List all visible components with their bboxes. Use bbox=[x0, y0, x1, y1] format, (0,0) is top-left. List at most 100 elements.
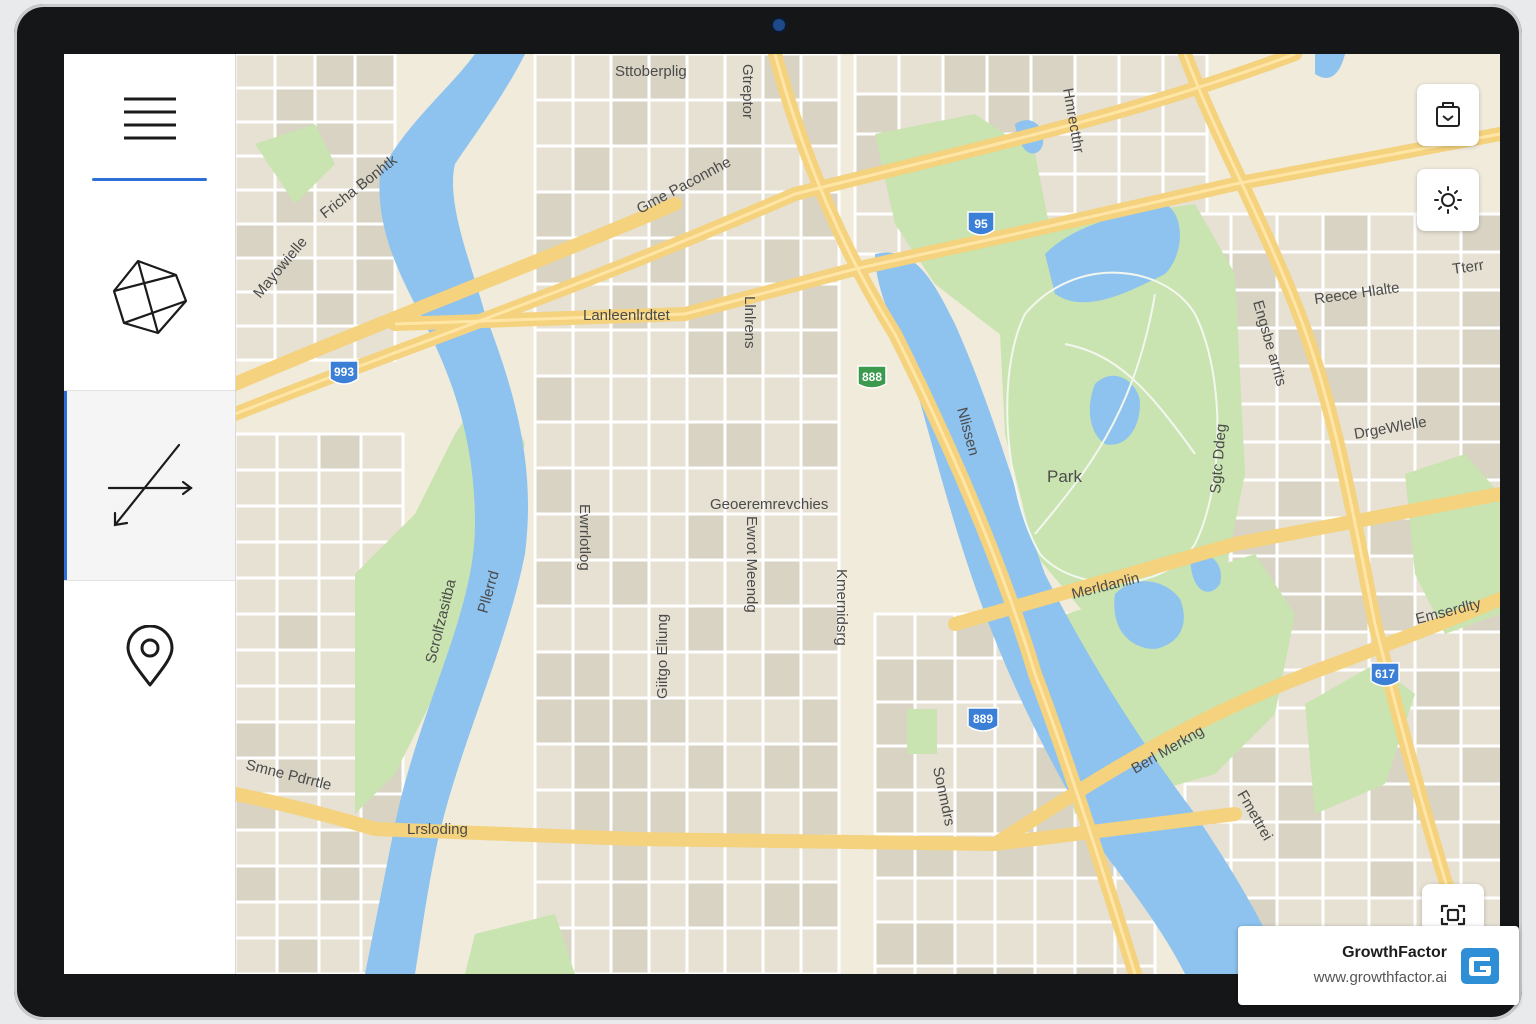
city-block bbox=[873, 920, 917, 968]
city-block bbox=[1073, 54, 1121, 96]
city-block bbox=[1459, 402, 1500, 444]
map-canvas[interactable]: Sttoberplig Gtreptor Fricha Bonhtk Mayow… bbox=[235, 54, 1500, 974]
clipboard-icon bbox=[1436, 102, 1460, 127]
city-block bbox=[313, 290, 357, 328]
menu-button[interactable] bbox=[64, 54, 235, 184]
city-block bbox=[1459, 782, 1500, 824]
city-block bbox=[873, 612, 917, 660]
city-block bbox=[685, 236, 727, 286]
city-block bbox=[1413, 364, 1463, 406]
city-block bbox=[533, 650, 575, 700]
city-block bbox=[317, 432, 363, 472]
city-block bbox=[235, 86, 277, 124]
city-block bbox=[609, 604, 651, 654]
city-block bbox=[799, 282, 841, 332]
city-block bbox=[1321, 326, 1371, 368]
location-pin-icon bbox=[126, 625, 173, 687]
city-block bbox=[235, 188, 277, 226]
growthfactor-watermark: GrowthFactor www.growthfactor.ai bbox=[1238, 926, 1519, 1005]
city-block bbox=[723, 374, 765, 424]
city-block bbox=[1459, 364, 1500, 406]
city-block bbox=[647, 98, 689, 148]
city-block bbox=[993, 920, 1037, 968]
menu-active-underline bbox=[92, 178, 207, 181]
city-block bbox=[533, 742, 575, 792]
city-block bbox=[235, 864, 279, 904]
city-block bbox=[353, 54, 397, 90]
city-block bbox=[685, 926, 727, 974]
city-block bbox=[873, 788, 917, 836]
city-block bbox=[317, 936, 363, 974]
city-block bbox=[897, 54, 945, 96]
city-block bbox=[359, 432, 405, 472]
hamburger-menu-icon bbox=[123, 97, 176, 140]
street-label: Geoeremrevchies bbox=[710, 496, 828, 513]
location-tool-button[interactable] bbox=[64, 581, 235, 731]
city-block bbox=[609, 696, 651, 746]
city-block bbox=[953, 964, 997, 974]
city-block bbox=[685, 54, 727, 102]
city-block bbox=[761, 926, 803, 974]
city-block bbox=[723, 788, 765, 838]
city-block bbox=[235, 576, 279, 616]
city-block bbox=[275, 684, 321, 724]
watermark-name: GrowthFactor bbox=[1342, 944, 1447, 961]
city-block bbox=[873, 656, 917, 704]
city-block bbox=[1413, 706, 1463, 748]
street-label: Lanleenlrdtet bbox=[583, 307, 671, 324]
city-block bbox=[647, 926, 689, 974]
growthfactor-logo-icon bbox=[1461, 948, 1499, 984]
city-block bbox=[609, 558, 651, 608]
route-tool-button[interactable] bbox=[64, 391, 235, 580]
city-block bbox=[317, 540, 363, 580]
city-block bbox=[533, 466, 575, 516]
city-block bbox=[235, 612, 279, 652]
city-block bbox=[571, 650, 613, 700]
city-block bbox=[609, 926, 651, 974]
route-shield: 95 bbox=[967, 211, 995, 236]
city-block bbox=[235, 432, 279, 472]
city-block bbox=[235, 684, 279, 724]
street-label: Gtreptor bbox=[739, 64, 756, 119]
city-block bbox=[761, 650, 803, 700]
city-block bbox=[533, 328, 575, 378]
city-block bbox=[685, 328, 727, 378]
city-block bbox=[761, 512, 803, 562]
city-block bbox=[799, 54, 841, 102]
brightness-button[interactable] bbox=[1417, 169, 1479, 231]
city-block bbox=[799, 328, 841, 378]
city-block bbox=[647, 742, 689, 792]
city-block bbox=[1275, 478, 1325, 520]
city-block bbox=[761, 144, 803, 194]
city-block bbox=[317, 720, 363, 760]
city-block bbox=[313, 222, 357, 260]
street-label: Ewrot Meendg bbox=[743, 516, 760, 613]
city-block bbox=[1321, 820, 1371, 862]
city-block bbox=[317, 864, 363, 904]
city-block bbox=[609, 512, 651, 562]
brightness-icon bbox=[1434, 186, 1462, 214]
city-block bbox=[1033, 876, 1077, 924]
app-screen: Sttoberplig Gtreptor Fricha Bonhtk Mayow… bbox=[64, 54, 1500, 974]
city-block bbox=[353, 120, 397, 158]
city-block bbox=[913, 920, 957, 968]
city-block bbox=[647, 374, 689, 424]
city-block bbox=[609, 144, 651, 194]
city-block bbox=[609, 466, 651, 516]
city-block bbox=[359, 468, 405, 508]
city-block bbox=[723, 236, 765, 286]
svg-text:888: 888 bbox=[862, 370, 882, 384]
city-block bbox=[761, 236, 803, 286]
city-block bbox=[1117, 54, 1165, 96]
city-block bbox=[317, 612, 363, 652]
city-block bbox=[235, 720, 279, 760]
city-block bbox=[1459, 668, 1500, 710]
city-block bbox=[275, 648, 321, 688]
city-block bbox=[1459, 820, 1500, 862]
polygon-tool-button[interactable] bbox=[64, 204, 235, 390]
svg-text:889: 889 bbox=[973, 712, 993, 726]
route-shield: 617 bbox=[1370, 662, 1400, 687]
clipboard-button[interactable] bbox=[1417, 84, 1479, 146]
street-label: Sttoberplig bbox=[615, 63, 687, 80]
route-shield: 888 bbox=[857, 365, 887, 389]
